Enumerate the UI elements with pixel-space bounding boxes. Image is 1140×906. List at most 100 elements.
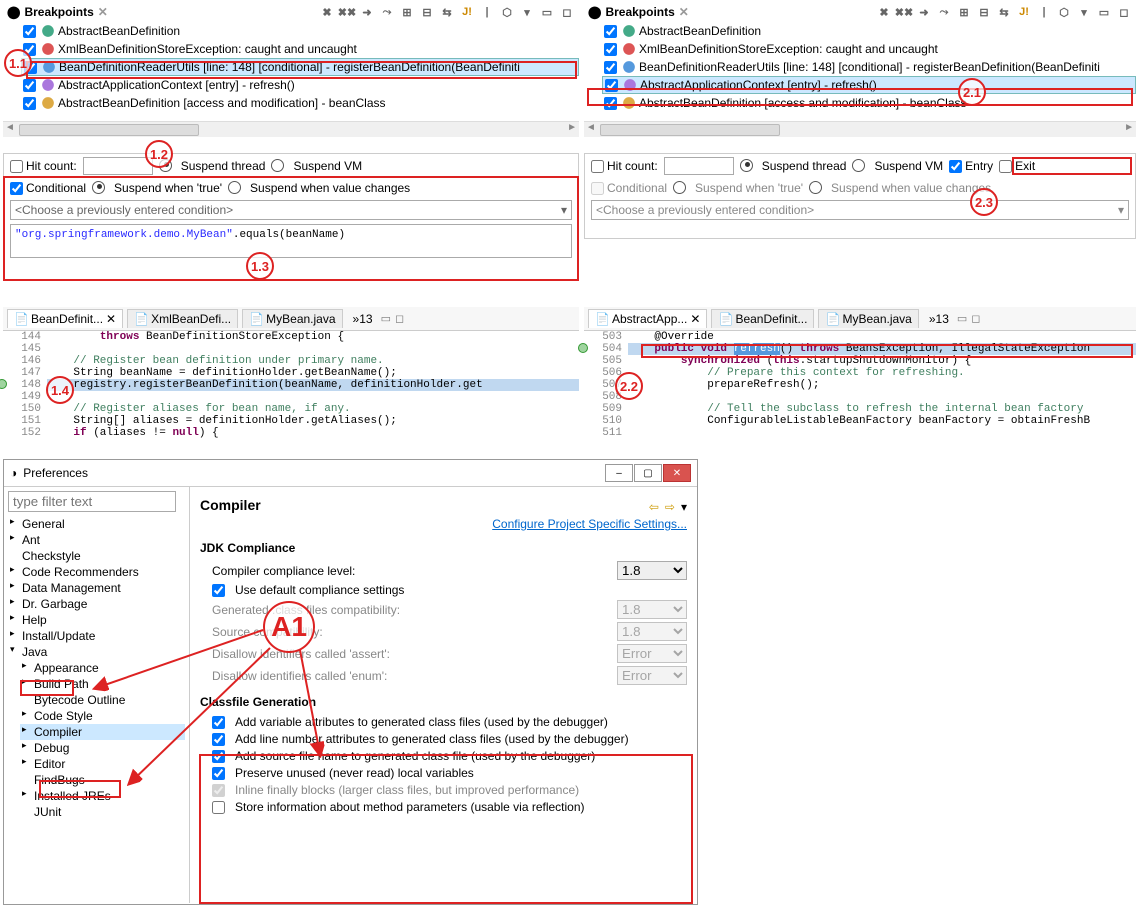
j-icon[interactable]: J! — [1016, 4, 1032, 20]
code-line[interactable]: 503 @Override — [590, 331, 1136, 343]
hit-count-input[interactable] — [83, 157, 153, 175]
remove-icon[interactable]: ✖ — [876, 4, 892, 20]
editor-tab-beandef[interactable]: 📄BeanDefinit... ✕ — [7, 309, 123, 328]
remove-all-icon[interactable]: ✖✖ — [339, 4, 355, 20]
code-line[interactable]: 511 — [590, 427, 1136, 439]
tree-item[interactable]: Ant — [8, 532, 185, 548]
tree-java[interactable]: Java — [8, 644, 185, 660]
code-line[interactable]: 144 throws BeanDefinitionStoreException … — [9, 331, 579, 343]
tree-item[interactable]: Code Recommenders — [8, 564, 185, 580]
code-line[interactable]: 147 String beanName = definitionHolder.g… — [9, 367, 579, 379]
menu-icon[interactable]: ▾ — [1076, 4, 1092, 20]
code-line[interactable]: 152 if (aliases != null) { — [9, 427, 579, 439]
collapse-icon[interactable]: ⊟ — [419, 4, 435, 20]
tree-item[interactable]: General — [8, 516, 185, 532]
code-line[interactable]: 510 ConfigurableListableBeanFactory bean… — [590, 415, 1136, 427]
skip-icon[interactable]: ⤳ — [936, 4, 952, 20]
code-line[interactable]: 148 registry.registerBeanDefinition(bean… — [9, 379, 579, 391]
menu-icon[interactable]: ▾ — [519, 4, 535, 20]
bp-check[interactable] — [604, 25, 617, 38]
editor-tab-mybean[interactable]: 📄MyBean.java — [242, 309, 342, 328]
link-icon[interactable]: ⇆ — [996, 4, 1012, 20]
max-icon[interactable]: ◻ — [559, 4, 575, 20]
code-area[interactable]: 144 throws BeanDefinitionStoreException … — [3, 331, 579, 439]
tree-item-appearance[interactable]: Appearance — [20, 660, 185, 676]
code-line[interactable]: 146 // Register bean definition under pr… — [9, 355, 579, 367]
back-icon[interactable]: ⇦ — [649, 500, 659, 514]
bp-check[interactable] — [23, 97, 36, 110]
skip-icon[interactable]: ⤳ — [379, 4, 395, 20]
max-icon[interactable]: ◻ — [395, 312, 404, 325]
entry-check[interactable]: Entry — [949, 159, 993, 173]
bp-check[interactable] — [604, 43, 617, 56]
expand-icon[interactable]: ⊞ — [399, 4, 415, 20]
goto-icon[interactable]: ➜ — [359, 4, 375, 20]
tree-item[interactable]: Checkstyle — [8, 548, 185, 564]
editor-tab-xmlbean[interactable]: 📄XmlBeanDefi... — [127, 309, 238, 328]
tree-item[interactable]: Data Management — [8, 580, 185, 596]
group-icon[interactable]: ⬡ — [499, 4, 515, 20]
breakpoint-row[interactable]: AbstractBeanDefinition — [21, 22, 579, 40]
compliance-level-select[interactable]: 1.8 — [617, 561, 687, 580]
tree-item[interactable]: Help — [8, 612, 185, 628]
remove-all-icon[interactable]: ✖✖ — [896, 4, 912, 20]
breakpoint-row[interactable]: XmlBeanDefinitionStoreException: caught … — [21, 40, 579, 58]
tree-item-editor[interactable]: Editor — [20, 756, 185, 772]
bp-check[interactable] — [604, 61, 617, 74]
editor-tab-mybean[interactable]: 📄MyBean.java — [818, 309, 918, 328]
code-line[interactable]: 150 // Register aliases for bean name, i… — [9, 403, 579, 415]
suspend-vm-radio[interactable] — [271, 159, 287, 173]
suspend-vm-radio[interactable] — [852, 159, 868, 173]
hit-count-check[interactable]: Hit count: — [10, 159, 77, 173]
max-icon[interactable]: ◻ — [971, 312, 980, 325]
project-settings-link[interactable]: Configure Project Specific Settings... — [200, 517, 687, 531]
close-view-icon[interactable]: ✕ — [679, 5, 689, 19]
close-view-icon[interactable]: ✕ — [98, 5, 108, 19]
fwd-icon[interactable]: ⇨ — [665, 500, 675, 514]
tree-item-junit[interactable]: JUnit — [20, 804, 185, 820]
goto-icon[interactable]: ➜ — [916, 4, 932, 20]
code-line[interactable]: 145 — [9, 343, 579, 355]
hit-count-input[interactable] — [664, 157, 734, 175]
code-line[interactable]: 507 prepareRefresh(); — [590, 379, 1136, 391]
j-icon[interactable]: J! — [459, 4, 475, 20]
line-num-check[interactable] — [212, 733, 225, 746]
hit-count-check[interactable]: Hit count: — [591, 159, 658, 173]
breakpoint-marker[interactable] — [0, 379, 7, 389]
minimize-button[interactable]: – — [605, 464, 633, 482]
var-attr-check[interactable] — [212, 716, 225, 729]
bp-check[interactable] — [23, 79, 36, 92]
h-scrollbar[interactable] — [3, 121, 579, 137]
tree-item-compiler[interactable]: Compiler — [20, 724, 185, 740]
breakpoint-row[interactable]: BeanDefinitionReaderUtils [line: 148] [c… — [602, 58, 1136, 76]
close-button[interactable]: ✕ — [663, 464, 691, 482]
collapse-icon[interactable]: ⊟ — [976, 4, 992, 20]
breakpoint-marker[interactable] — [578, 343, 588, 353]
more-tabs[interactable]: »13 — [929, 312, 949, 326]
breakpoint-row[interactable]: AbstractBeanDefinition — [602, 22, 1136, 40]
editor-tab-abstractapp[interactable]: 📄AbstractApp... ✕ — [588, 309, 707, 328]
default-compliance-check[interactable] — [212, 584, 225, 597]
suspend-thread-radio[interactable] — [740, 159, 756, 173]
breakpoint-row[interactable]: XmlBeanDefinitionStoreException: caught … — [602, 40, 1136, 58]
tree-item[interactable]: Install/Update — [8, 628, 185, 644]
code-line[interactable]: 508 — [590, 391, 1136, 403]
expand-icon[interactable]: ⊞ — [956, 4, 972, 20]
code-line[interactable]: 506 // Prepare this context for refreshi… — [590, 367, 1136, 379]
maximize-button[interactable]: ▢ — [634, 464, 662, 482]
max-icon[interactable]: ◻ — [1116, 4, 1132, 20]
code-line[interactable]: 509 // Tell the subclass to refresh the … — [590, 403, 1136, 415]
remove-icon[interactable]: ✖ — [319, 4, 335, 20]
tree-filter-input[interactable] — [8, 491, 176, 512]
h-scrollbar[interactable] — [584, 121, 1136, 137]
min-icon[interactable]: ▭ — [381, 312, 391, 325]
tree-item[interactable]: Dr. Garbage — [8, 596, 185, 612]
link-icon[interactable]: ⇆ — [439, 4, 455, 20]
min-icon[interactable]: ▭ — [1096, 4, 1112, 20]
more-tabs[interactable]: »13 — [353, 312, 373, 326]
code-line[interactable]: 149 — [9, 391, 579, 403]
group-icon[interactable]: ⬡ — [1056, 4, 1072, 20]
bp-check[interactable] — [23, 25, 36, 38]
tree-item-code-style[interactable]: Code Style — [20, 708, 185, 724]
editor-tab-beandef[interactable]: 📄BeanDefinit... — [711, 309, 814, 328]
